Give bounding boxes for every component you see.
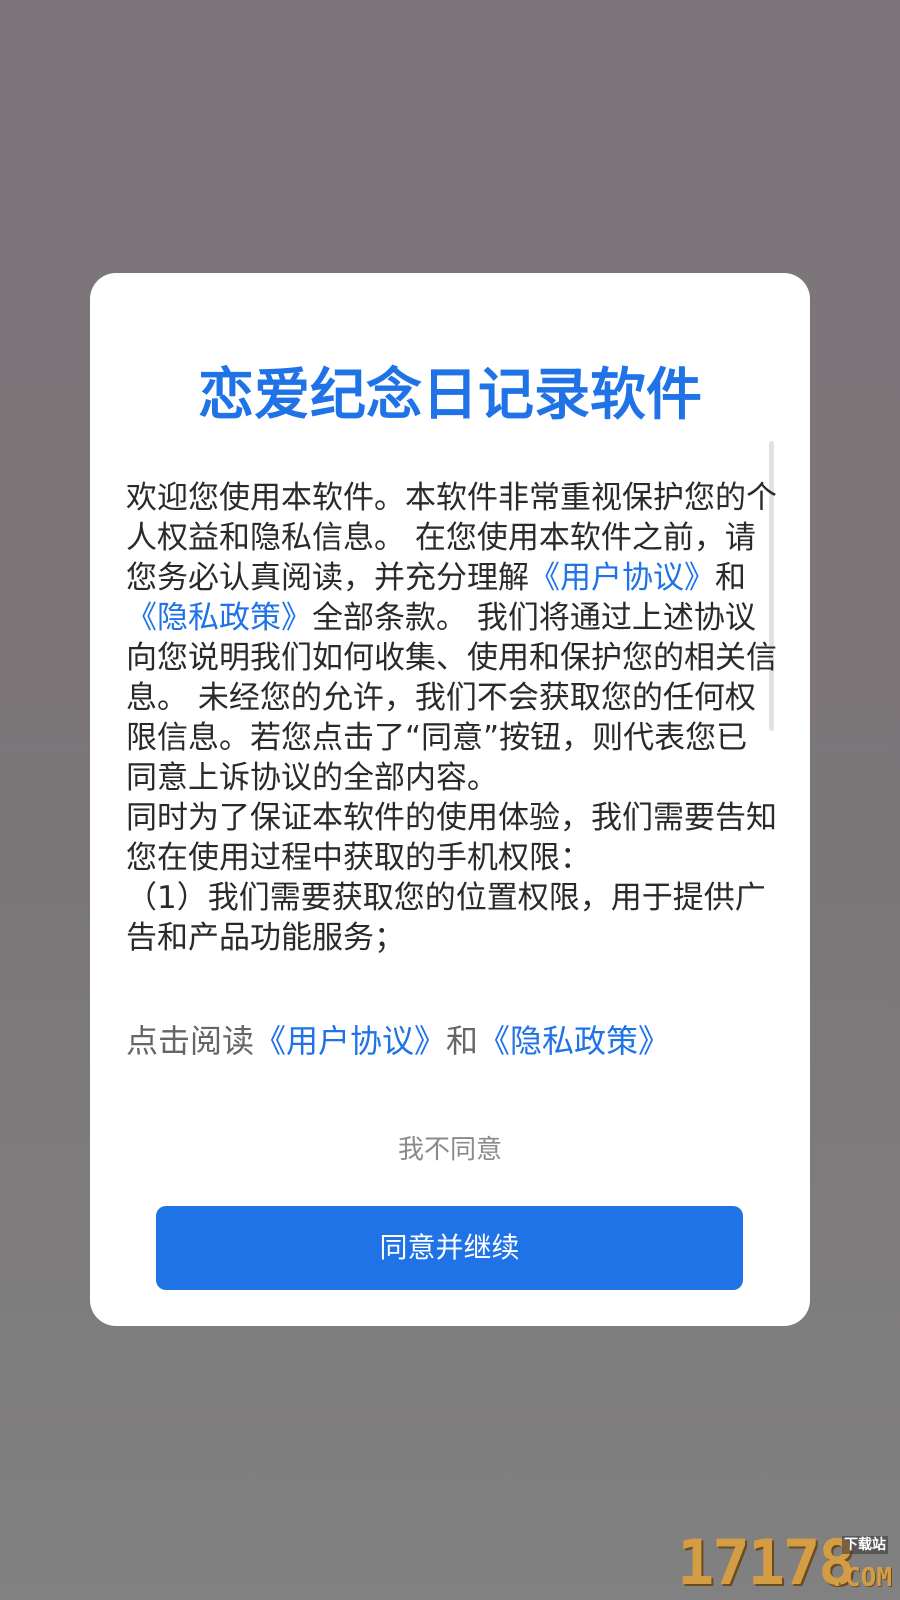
agreement-text-part3: 同时为了保证本软件的使用体验，我们需要告知您在使用过程中获取的手机权限：: [126, 800, 777, 876]
read-privacy-policy-link[interactable]: 《隐私政策》: [478, 1022, 670, 1060]
agreement-text-part4: （1）我们需要获取您的位置权限，用于提供广告和产品功能服务；: [126, 880, 766, 956]
agreement-text: 欢迎您使用本软件。本软件非常重视保护您的个人权益和隐私信息。 在您使用本软件之前…: [126, 478, 778, 958]
site-watermark-logo: 17178 下载站 .COM: [677, 1532, 892, 1594]
read-agreements-line: 点击阅读《用户协议》和《隐私政策》: [126, 1021, 670, 1061]
read-line-and: 和: [446, 1022, 479, 1060]
watermark-com: .COM: [829, 1563, 892, 1593]
agree-continue-button[interactable]: 同意并继续: [156, 1206, 743, 1290]
dialog-title: 恋爱纪念日记录软件: [198, 363, 702, 428]
watermark-sub: 下载站: [842, 1536, 888, 1554]
privacy-policy-link[interactable]: 《隐私政策》: [126, 600, 312, 636]
disagree-button[interactable]: 我不同意: [90, 1133, 810, 1165]
read-line-prefix: 点击阅读: [126, 1022, 255, 1060]
read-user-agreement-link[interactable]: 《用户协议》: [254, 1022, 446, 1060]
agreement-text-and: 和: [715, 560, 746, 596]
privacy-consent-dialog: 恋爱纪念日记录软件 欢迎您使用本软件。本软件非常重视保护您的个人权益和隐私信息。…: [90, 273, 810, 1326]
user-agreement-link[interactable]: 《用户协议》: [529, 560, 715, 596]
watermark-digits: 17178: [677, 1526, 856, 1599]
